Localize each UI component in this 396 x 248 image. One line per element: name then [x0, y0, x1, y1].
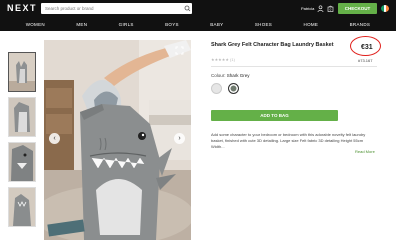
colour-swatch-light-grey[interactable]	[211, 83, 222, 94]
search-icon[interactable]	[183, 3, 192, 14]
item-code: #73.167	[358, 58, 373, 63]
chevron-right-icon[interactable]: ›	[174, 133, 185, 144]
rating-stars[interactable]: ★★★★★ (1)	[211, 57, 235, 62]
nav-shoes[interactable]: SHOES	[255, 22, 272, 27]
account-name[interactable]: Patricia	[301, 6, 314, 11]
nav-boys[interactable]: BOYS	[165, 22, 179, 27]
main-nav: WOMEN MEN GIRLS BOYS BABY SHOES HOME BRA…	[0, 17, 396, 31]
product-thumbnail[interactable]	[8, 187, 36, 227]
expand-icon[interactable]	[175, 46, 184, 55]
nav-girls[interactable]: GIRLS	[119, 22, 134, 27]
nav-men[interactable]: MEN	[76, 22, 87, 27]
colour-swatch-shark-grey[interactable]	[228, 83, 239, 94]
product-thumbnail[interactable]	[8, 52, 36, 92]
divider	[211, 66, 377, 67]
add-to-bag-button[interactable]: ADD TO BAG	[211, 110, 338, 121]
main-product-image[interactable]: ‹ ›	[44, 40, 191, 240]
nav-baby[interactable]: BABY	[210, 22, 223, 27]
product-thumbnail[interactable]	[8, 142, 36, 182]
colour-selector-label: Colour: Shark Grey	[211, 73, 250, 78]
bag-icon[interactable]: 0	[327, 5, 334, 12]
checkout-button[interactable]: CHECKOUT	[338, 3, 377, 14]
nav-brands[interactable]: BRANDS	[350, 22, 371, 27]
product-thumbnail[interactable]	[8, 97, 36, 137]
product-title: Shark Grey Felt Character Bag Laundry Ba…	[211, 42, 334, 48]
bag-count: 0	[330, 8, 332, 12]
rating-count: (1)	[230, 57, 235, 62]
flag-icon[interactable]	[381, 5, 389, 12]
colour-label: Colour:	[211, 73, 226, 78]
product-description: Add some character to your bedroom or be…	[211, 132, 366, 149]
nav-women[interactable]: WOMEN	[26, 22, 45, 27]
product-price: €31	[361, 44, 373, 51]
next-logo[interactable]: NEXT	[7, 3, 37, 13]
top-bar: NEXT Search product or brand Patricia 0 …	[0, 0, 396, 17]
account-icon[interactable]	[317, 5, 324, 12]
search-input[interactable]: Search product or brand	[41, 3, 192, 14]
colour-value: Shark Grey	[226, 73, 250, 78]
read-more-link[interactable]: Read More	[355, 149, 375, 154]
nav-home[interactable]: HOME	[304, 22, 319, 27]
chevron-left-icon[interactable]: ‹	[49, 133, 60, 144]
